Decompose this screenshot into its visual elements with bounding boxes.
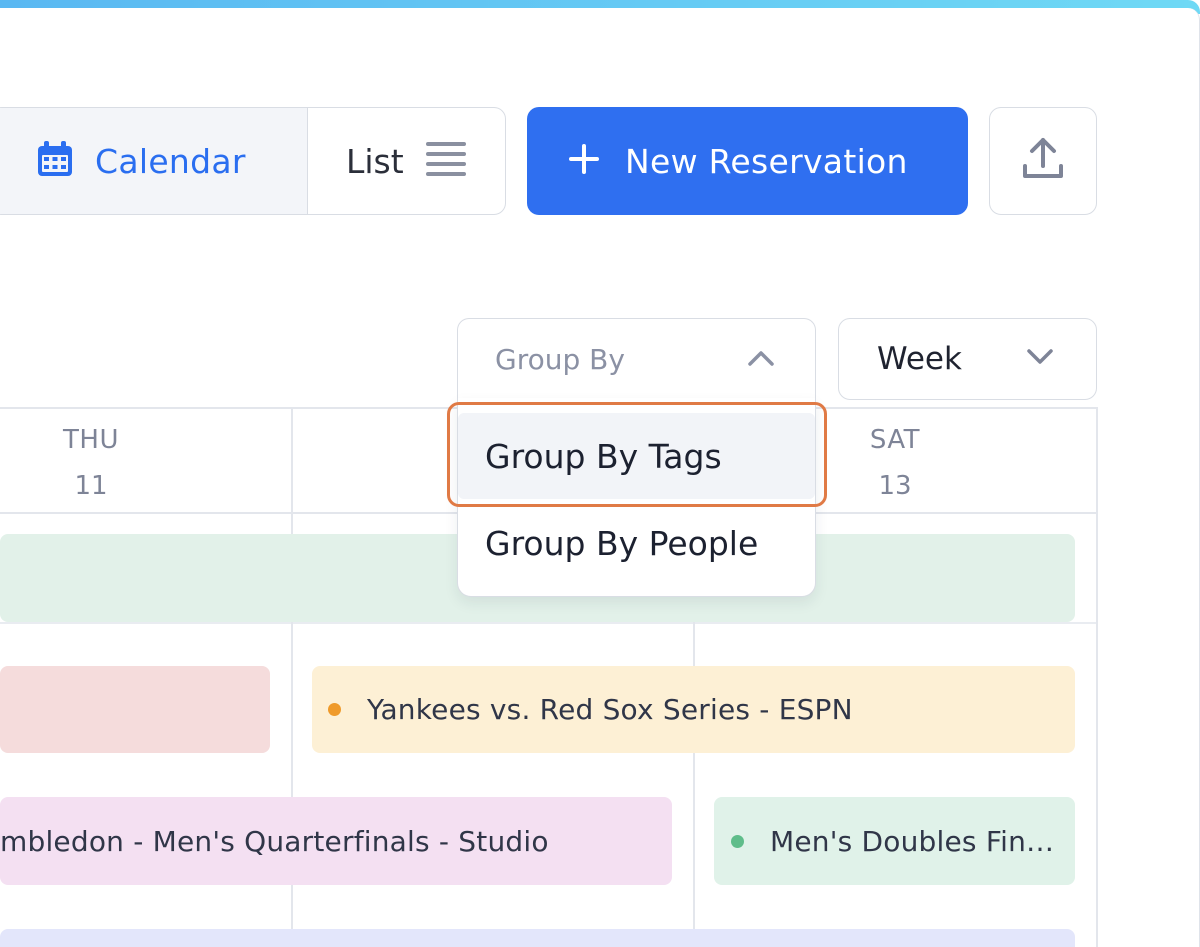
calendar-view-label: Calendar bbox=[95, 141, 246, 181]
calendar-view-button[interactable]: Calendar bbox=[0, 108, 308, 214]
new-reservation-button[interactable]: New Reservation bbox=[527, 107, 968, 215]
list-lines-icon bbox=[424, 140, 468, 182]
chevron-up-icon bbox=[747, 349, 775, 371]
view-range-select[interactable]: Week bbox=[838, 318, 1097, 400]
day-date: 13 bbox=[878, 471, 912, 501]
event-bar-blue[interactable] bbox=[0, 929, 1075, 947]
group-by-dropdown-menu: Group By Tags Group By People bbox=[457, 398, 816, 597]
day-header-sat: SAT 13 bbox=[835, 425, 955, 501]
export-button[interactable] bbox=[989, 107, 1097, 215]
day-name: SAT bbox=[869, 425, 921, 455]
view-toggle: Calendar List bbox=[0, 107, 506, 215]
event-mens-doubles-final[interactable]: Men's Doubles Fin… bbox=[714, 797, 1075, 885]
option-label: Group By People bbox=[485, 523, 759, 563]
event-title: Men's Doubles Fin… bbox=[770, 824, 1055, 858]
event-title: mbledon - Men's Quarterfinals - Studio bbox=[0, 824, 549, 858]
event-wimbledon-quarterfinals[interactable]: mbledon - Men's Quarterfinals - Studio bbox=[0, 797, 672, 885]
event-yankees-red-sox[interactable]: Yankees vs. Red Sox Series - ESPN bbox=[312, 666, 1075, 753]
event-title: Yankees vs. Red Sox Series - ESPN bbox=[367, 693, 853, 726]
option-group-by-people[interactable]: Group By People bbox=[458, 500, 815, 586]
event-status-dot bbox=[731, 834, 744, 848]
day-header-thu: THU 11 bbox=[31, 425, 151, 501]
calendar-icon bbox=[35, 139, 75, 183]
chevron-down-icon bbox=[1026, 348, 1054, 370]
day-date: 11 bbox=[74, 471, 108, 501]
upload-icon bbox=[1021, 136, 1065, 186]
event-bar-red[interactable] bbox=[0, 666, 270, 753]
group-by-select[interactable]: Group By bbox=[457, 318, 816, 400]
view-range-value: Week bbox=[877, 341, 962, 377]
plus-icon bbox=[567, 142, 601, 180]
list-view-button[interactable]: List bbox=[308, 108, 505, 214]
list-view-label: List bbox=[346, 141, 404, 181]
day-name: THU bbox=[63, 425, 119, 455]
option-group-by-tags[interactable]: Group By Tags bbox=[458, 413, 815, 499]
option-label: Group By Tags bbox=[485, 436, 722, 476]
group-by-placeholder: Group By bbox=[495, 343, 625, 376]
event-status-dot bbox=[328, 703, 341, 716]
column-divider bbox=[1096, 407, 1098, 947]
grid-divider bbox=[0, 622, 1097, 624]
new-reservation-label: New Reservation bbox=[625, 141, 908, 181]
